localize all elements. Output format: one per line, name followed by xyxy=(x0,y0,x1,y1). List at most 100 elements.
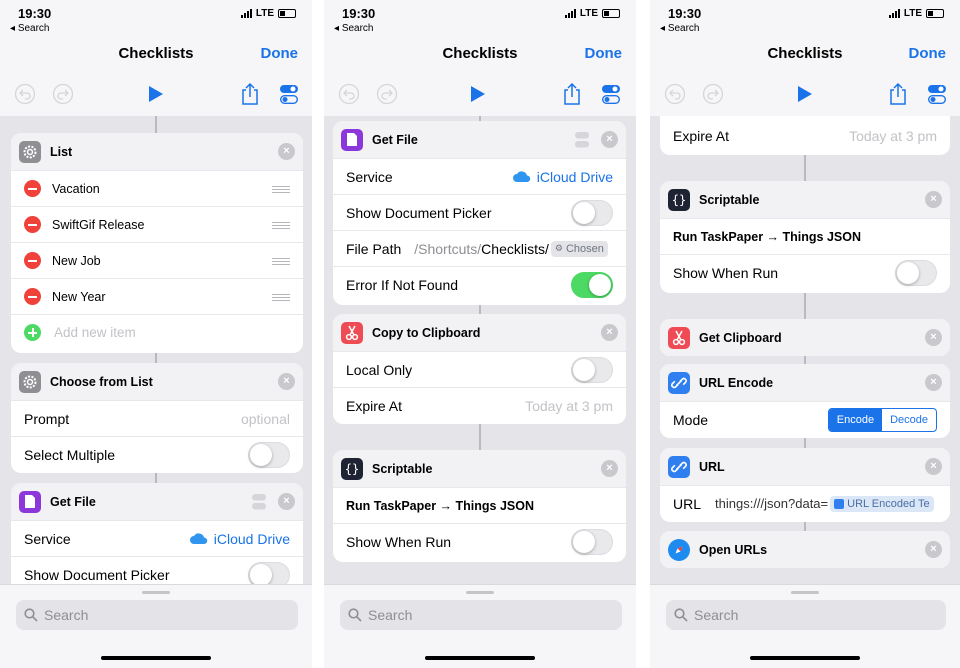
delete-item-icon[interactable] xyxy=(24,252,41,269)
done-button[interactable]: Done xyxy=(585,45,623,62)
list-item[interactable]: New Job xyxy=(11,242,303,278)
reorder-handle-icon[interactable] xyxy=(272,294,290,301)
reorder-handle-icon[interactable] xyxy=(272,258,290,265)
remove-action-button[interactable]: × xyxy=(601,131,618,148)
file-path-prefix[interactable]: /Shortcuts/ xyxy=(414,241,481,257)
list-item-label[interactable]: Vacation xyxy=(52,182,100,196)
expire-at-value[interactable]: Today at 3 pm xyxy=(849,128,937,144)
add-item-placeholder[interactable]: Add new item xyxy=(54,325,136,340)
service-value-text[interactable]: iCloud Drive xyxy=(537,169,613,185)
reorder-handle-icon[interactable] xyxy=(272,186,290,193)
reorder-handle-icon[interactable] xyxy=(272,222,290,229)
share-icon[interactable] xyxy=(562,80,582,108)
remove-action-button[interactable]: × xyxy=(278,143,295,160)
sheet-grabber[interactable] xyxy=(142,591,170,594)
play-icon[interactable] xyxy=(148,80,164,108)
sheet-grabber[interactable] xyxy=(791,591,819,594)
list-item[interactable]: New Year xyxy=(11,278,303,314)
script-row[interactable]: Run TaskPaper → Things JSON xyxy=(660,218,950,254)
done-button[interactable]: Done xyxy=(909,45,947,62)
undo-icon[interactable] xyxy=(664,80,686,108)
remove-action-button[interactable]: × xyxy=(925,458,942,475)
remove-action-button[interactable]: × xyxy=(925,191,942,208)
back-to-search-link[interactable]: ◂ Search xyxy=(660,23,700,34)
error-if-not-found-toggle[interactable] xyxy=(571,272,613,298)
undo-icon[interactable] xyxy=(14,80,36,108)
service-row[interactable]: Service iCloud Drive xyxy=(11,520,303,556)
list-item[interactable]: Vacation xyxy=(11,170,303,206)
search-input[interactable]: Search xyxy=(666,600,946,630)
search-input[interactable]: Search xyxy=(16,600,298,630)
file-path-folder[interactable]: Checklists/ xyxy=(481,241,549,257)
share-icon[interactable] xyxy=(888,80,908,108)
delete-item-icon[interactable] xyxy=(24,216,41,233)
url-encoded-text-token[interactable]: URL Encoded Te xyxy=(830,495,934,512)
options-toggle-icon[interactable] xyxy=(251,493,267,516)
settings-toggle-icon[interactable] xyxy=(279,80,299,108)
delete-item-icon[interactable] xyxy=(24,180,41,197)
search-placeholder[interactable]: Search xyxy=(44,607,88,623)
list-item[interactable]: SwiftGif Release xyxy=(11,206,303,242)
service-value[interactable]: iCloud Drive xyxy=(189,531,290,547)
url-value[interactable]: things:///json?data= xyxy=(715,496,828,511)
search-placeholder[interactable]: Search xyxy=(368,607,412,623)
card-title: URL Encode xyxy=(699,375,774,390)
service-value[interactable]: iCloud Drive xyxy=(512,169,613,185)
url-row[interactable]: URL things:///json?data= URL Encoded Te xyxy=(660,485,950,521)
expire-at-value[interactable]: Today at 3 pm xyxy=(525,398,613,414)
play-icon[interactable] xyxy=(470,80,486,108)
remove-action-button[interactable]: × xyxy=(278,373,295,390)
script-name[interactable]: Run TaskPaper → Things JSON xyxy=(346,499,534,513)
list-item-label[interactable]: New Year xyxy=(52,290,106,304)
remove-action-button[interactable]: × xyxy=(601,324,618,341)
service-label: Service xyxy=(24,530,71,547)
redo-icon[interactable] xyxy=(702,80,724,108)
add-item-icon[interactable] xyxy=(24,324,41,341)
file-path-row[interactable]: File Path /Shortcuts/ Checklists/ ⚙ Chose… xyxy=(333,230,626,266)
remove-action-button[interactable]: × xyxy=(601,460,618,477)
sheet-grabber[interactable] xyxy=(466,591,494,594)
local-only-toggle[interactable] xyxy=(571,357,613,383)
chosen-variable-token[interactable]: ⚙ Chosen xyxy=(550,240,608,257)
home-indicator xyxy=(101,656,211,660)
gear-icon: ⚙ xyxy=(554,243,563,253)
document-picker-toggle[interactable] xyxy=(571,200,613,226)
service-row[interactable]: Service iCloud Drive xyxy=(333,158,626,194)
undo-icon[interactable] xyxy=(338,80,360,108)
script-name[interactable]: Run TaskPaper → Things JSON xyxy=(673,230,861,244)
search-input[interactable]: Search xyxy=(340,600,622,630)
play-icon[interactable] xyxy=(797,80,813,108)
prompt-input[interactable]: optional xyxy=(241,411,290,427)
add-item-row[interactable]: Add new item xyxy=(11,314,303,350)
chosen-token-label[interactable]: Chosen xyxy=(566,243,604,255)
settings-toggle-icon[interactable] xyxy=(601,80,621,108)
remove-action-button[interactable]: × xyxy=(278,493,295,510)
prompt-row[interactable]: Prompt optional xyxy=(11,400,303,436)
done-button[interactable]: Done xyxy=(261,45,299,62)
options-toggle-icon[interactable] xyxy=(574,131,590,154)
list-item-label[interactable]: New Job xyxy=(52,254,101,268)
redo-icon[interactable] xyxy=(376,80,398,108)
list-item-label[interactable]: SwiftGif Release xyxy=(52,218,144,232)
show-when-run-toggle[interactable] xyxy=(571,529,613,555)
back-to-search-link[interactable]: ◂ Search xyxy=(334,23,374,34)
expire-at-row[interactable]: Expire At Today at 3 pm xyxy=(333,387,626,423)
search-placeholder[interactable]: Search xyxy=(694,607,738,623)
select-multiple-toggle[interactable] xyxy=(248,442,290,468)
remove-action-button[interactable]: × xyxy=(925,329,942,346)
remove-action-button[interactable]: × xyxy=(925,374,942,391)
show-when-run-toggle[interactable] xyxy=(895,260,937,286)
share-icon[interactable] xyxy=(240,80,260,108)
back-to-search-link[interactable]: ◂ Search xyxy=(10,23,50,34)
service-value-text[interactable]: iCloud Drive xyxy=(214,531,290,547)
connector-line xyxy=(804,155,806,182)
settings-toggle-icon[interactable] xyxy=(927,80,947,108)
encode-segment[interactable]: Encode xyxy=(828,409,883,431)
delete-item-icon[interactable] xyxy=(24,288,41,305)
script-row[interactable]: Run TaskPaper → Things JSON xyxy=(333,487,626,523)
mode-segmented-control[interactable]: Encode Decode xyxy=(827,408,937,432)
decode-segment[interactable]: Decode xyxy=(882,409,936,431)
redo-icon[interactable] xyxy=(52,80,74,108)
remove-action-button[interactable]: × xyxy=(925,541,942,558)
url-token-label[interactable]: URL Encoded Te xyxy=(847,498,930,510)
